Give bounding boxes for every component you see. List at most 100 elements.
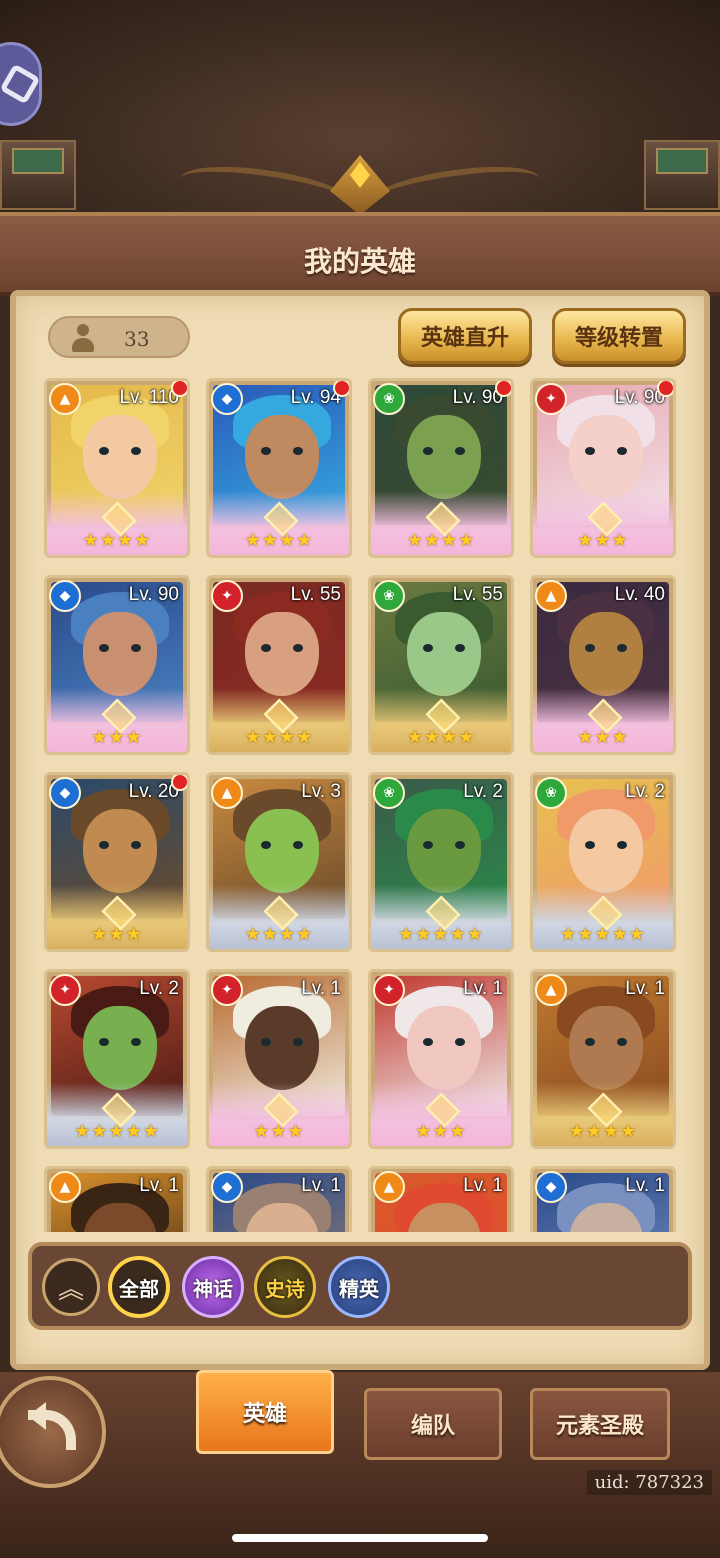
star-rating: ★★★★ xyxy=(82,530,152,551)
hero-face xyxy=(569,415,643,499)
hero-card[interactable]: ✦ Lv. 1 ★★★ xyxy=(368,969,514,1149)
title-bar: 我的英雄 xyxy=(0,212,720,296)
hero-eye xyxy=(585,841,595,849)
hero-level: Lv. 90 xyxy=(128,584,179,605)
star-rating: ★★★ xyxy=(91,924,143,945)
side-menu-button[interactable] xyxy=(0,42,42,126)
hero-eye xyxy=(585,1038,595,1046)
hero-face xyxy=(569,809,643,893)
hero-eye xyxy=(131,1038,141,1046)
hero-eye xyxy=(293,1038,303,1046)
fire-element-icon: ✦ xyxy=(211,580,243,612)
star-rating: ★★★ xyxy=(91,727,143,748)
hero-eye xyxy=(99,644,109,652)
hero-face xyxy=(83,809,157,893)
hero-face xyxy=(407,612,481,696)
tab-heroes[interactable]: 英雄 xyxy=(196,1370,334,1454)
hero-face xyxy=(245,415,319,499)
notification-dot xyxy=(333,381,349,397)
star-rating: ★★★★★ xyxy=(398,924,484,945)
light-element-icon: ▲ xyxy=(373,1171,405,1203)
hero-card[interactable]: ◆ Lv. 1 xyxy=(206,1166,352,1232)
hero-eye xyxy=(585,447,595,455)
water-element-icon: ◆ xyxy=(535,1171,567,1203)
hero-level: Lv. 2 xyxy=(625,781,665,802)
hero-card[interactable]: ✦ Lv. 90 ★★★ xyxy=(530,378,676,558)
hero-eye xyxy=(293,644,303,652)
water-element-icon: ◆ xyxy=(211,1171,243,1203)
hero-card[interactable]: ◆ Lv. 90 ★★★ xyxy=(44,575,190,755)
hero-card[interactable]: ◆ Lv. 1 xyxy=(530,1166,676,1232)
star-rating: ★★★★★ xyxy=(560,924,646,945)
water-element-icon: ◆ xyxy=(49,580,81,612)
hero-eye xyxy=(131,841,141,849)
rarity-filter-bar: ︽ 全部 神话 史诗 精英 xyxy=(28,1242,692,1330)
hero-eye xyxy=(455,1038,465,1046)
hero-card[interactable]: ◆ Lv. 94 ★★★★ xyxy=(206,378,352,558)
hero-face xyxy=(245,612,319,696)
hero-eye xyxy=(261,841,271,849)
hero-card[interactable]: ✦ Lv. 55 ★★★★ xyxy=(206,575,352,755)
wind-element-icon: ❀ xyxy=(373,383,405,415)
star-rating: ★★★ xyxy=(577,530,629,551)
hero-card[interactable]: ◆ Lv. 20 ★★★ xyxy=(44,772,190,952)
hero-eye xyxy=(423,447,433,455)
hero-level: Lv. 1 xyxy=(139,1175,179,1196)
hero-eye xyxy=(261,644,271,652)
hero-card[interactable]: ▲ Lv. 3 ★★★★ xyxy=(206,772,352,952)
level-transfer-button[interactable]: 等级转置 xyxy=(552,308,686,364)
light-element-icon: ▲ xyxy=(211,777,243,809)
hero-eye xyxy=(423,644,433,652)
hero-face xyxy=(245,809,319,893)
fire-element-icon: ✦ xyxy=(373,974,405,1006)
fire-element-icon: ✦ xyxy=(535,383,567,415)
home-indicator[interactable] xyxy=(232,1534,488,1542)
hero-face xyxy=(83,415,157,499)
hero-eye xyxy=(617,447,627,455)
hero-card[interactable]: ▲ Lv. 1 xyxy=(44,1166,190,1232)
star-rating: ★★★ xyxy=(577,727,629,748)
wind-element-icon: ❀ xyxy=(535,777,567,809)
hero-eye xyxy=(617,841,627,849)
light-element-icon: ▲ xyxy=(535,974,567,1006)
hero-face xyxy=(569,612,643,696)
hero-eye xyxy=(99,841,109,849)
filter-elite-button[interactable]: 精英 xyxy=(328,1256,390,1318)
hexagon-icon xyxy=(0,63,41,105)
star-rating: ★★★ xyxy=(415,1121,467,1142)
hero-grid[interactable]: ▲ Lv. 110 ★★★★ ◆ Lv. 94 ★★★★ ❀ Lv. 90 ★★★★ ✦ Lv. 9… xyxy=(36,370,686,1232)
star-rating: ★★★★ xyxy=(244,924,314,945)
hero-card[interactable]: ▲ Lv. 110 ★★★★ xyxy=(44,378,190,558)
hero-level: Lv. 1 xyxy=(301,1175,341,1196)
hero-card[interactable]: ❀ Lv. 2 ★★★★★ xyxy=(368,772,514,952)
star-rating: ★★★★ xyxy=(244,530,314,551)
collapse-chevron-icon[interactable]: ︽ xyxy=(42,1258,100,1316)
hero-card[interactable]: ▲ Lv. 40 ★★★ xyxy=(530,575,676,755)
page-title: 我的英雄 xyxy=(303,245,416,278)
hero-level: Lv. 55 xyxy=(290,584,341,605)
hero-card[interactable]: ✦ Lv. 2 ★★★★★ xyxy=(44,969,190,1149)
filter-all-button[interactable]: 全部 xyxy=(108,1256,170,1318)
hero-face xyxy=(407,809,481,893)
light-element-icon: ▲ xyxy=(535,580,567,612)
tab-team[interactable]: 编队 xyxy=(364,1388,502,1460)
notification-dot xyxy=(657,381,673,397)
hero-card[interactable]: ❀ Lv. 2 ★★★★★ xyxy=(530,772,676,952)
hero-card[interactable]: ▲ Lv. 1 ★★★★ xyxy=(530,969,676,1149)
hero-eye xyxy=(455,447,465,455)
person-icon xyxy=(70,324,96,352)
hero-card[interactable]: ❀ Lv. 90 ★★★★ xyxy=(368,378,514,558)
hero-card[interactable]: ❀ Lv. 55 ★★★★ xyxy=(368,575,514,755)
hero-card[interactable]: ▲ Lv. 1 xyxy=(368,1166,514,1232)
notification-dot xyxy=(171,381,187,397)
hero-eye xyxy=(293,447,303,455)
hero-eye xyxy=(261,1038,271,1046)
filter-mythic-button[interactable]: 神话 xyxy=(182,1256,244,1318)
instant-upgrade-button[interactable]: 英雄直升 xyxy=(398,308,532,364)
hero-card[interactable]: ✦ Lv. 1 ★★★ xyxy=(206,969,352,1149)
filter-epic-button[interactable]: 史诗 xyxy=(254,1256,316,1318)
tab-element-shrine[interactable]: 元素圣殿 xyxy=(530,1388,670,1460)
star-rating: ★★★★ xyxy=(406,530,476,551)
water-element-icon: ◆ xyxy=(49,777,81,809)
hero-face xyxy=(83,1006,157,1090)
